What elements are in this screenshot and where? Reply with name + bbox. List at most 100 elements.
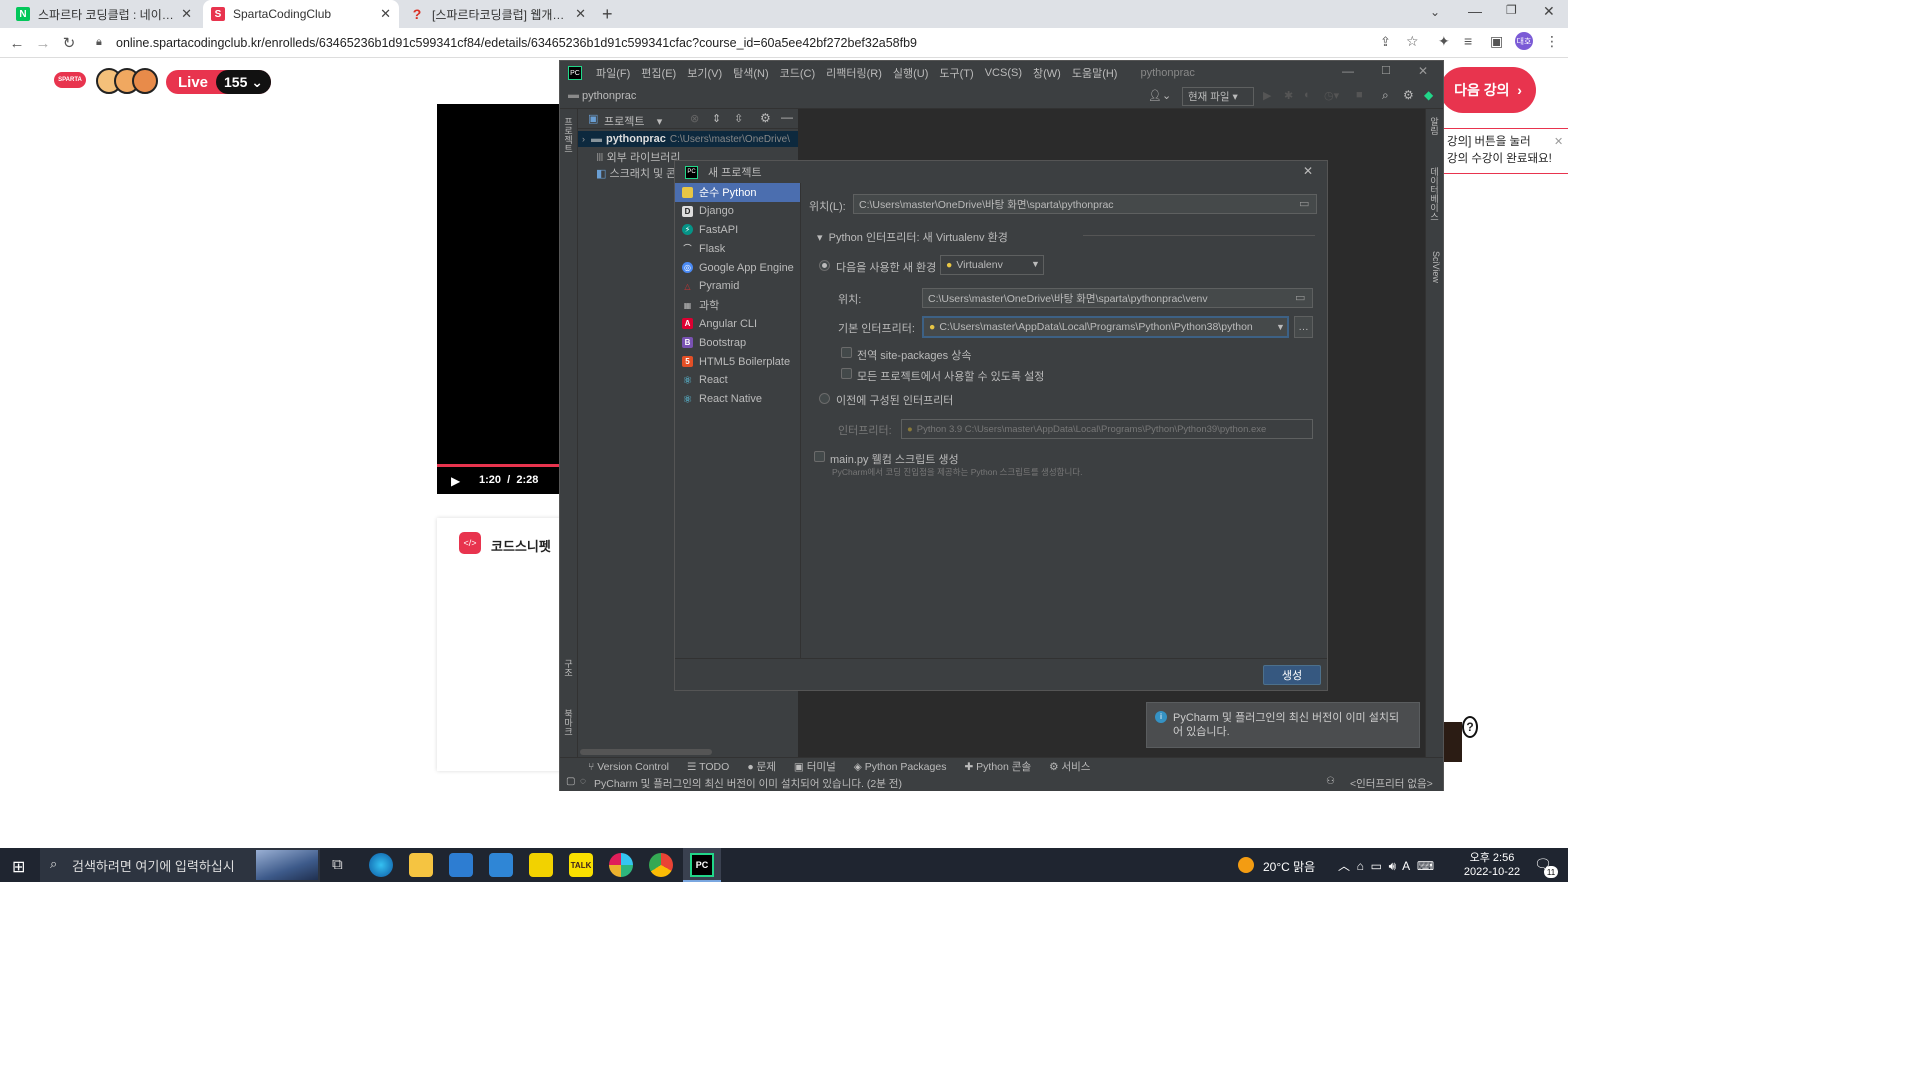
maximize-button[interactable]: ☐ [1381,64,1391,77]
menu-kebab-icon[interactable]: ⋮ [1545,33,1559,50]
terminal-tab[interactable]: ▣ 터미널 [794,759,836,774]
create-button[interactable]: 생성 [1263,665,1321,685]
project-breadcrumb[interactable]: pythonprac [582,90,636,102]
project-view-select[interactable]: 프로젝트 ▾ [604,113,662,129]
coverage-icon[interactable]: ◐ [1304,89,1311,101]
collapse-all-icon[interactable]: ⇳ [734,112,743,125]
problems-tab[interactable]: ● 문제 [747,759,776,774]
profile-icon[interactable]: ◷▾ [1324,89,1339,102]
structure-tool-tab[interactable]: 구조 [563,659,575,677]
codesnippet-card[interactable]: </> 코드스니펫 [437,518,561,771]
run-config-select[interactable]: 현재 파일 ▾ [1182,87,1254,106]
taskbar-search[interactable]: ⌕ 검색하려면 여기에 입력하십시 [40,848,320,882]
bookmarks-tool-tab[interactable]: 북마크 [563,709,575,736]
layout-icon[interactable]: ▢ [566,776,575,787]
tree-external-libs[interactable]: Ⅲ 외부 라이브러리 [596,149,681,165]
store-icon[interactable] [449,853,473,877]
minimize-button[interactable]: — [1468,3,1482,19]
pycharm-taskbar-active[interactable]: PC [683,848,721,882]
expand-all-icon[interactable]: ⇕ [712,112,721,125]
share-icon[interactable]: ⇪ [1380,34,1391,50]
sticky-notes-icon[interactable] [529,853,553,877]
jetbrains-icon[interactable]: ◆ [1424,88,1433,102]
interpreter-status[interactable]: <인터프리터 없음> [1350,776,1433,791]
task-view-icon[interactable]: ⧉ [332,856,343,873]
windows-start-icon[interactable]: ⊞ [12,857,25,877]
debug-icon[interactable]: ✱ [1284,89,1293,102]
project-type-django[interactable]: D Django [675,202,800,221]
share-env-checkbox[interactable] [841,368,852,379]
close-icon[interactable]: ✕ [575,6,586,22]
star-icon[interactable]: ☆ [1406,33,1419,50]
profile-avatar[interactable]: 대호 [1515,32,1533,50]
project-type-angular[interactable]: A Angular CLI [675,315,800,334]
reading-list-icon[interactable]: ≡ [1464,33,1472,49]
project-type-react-native[interactable]: ⚛ React Native [675,390,800,409]
system-tray-icons[interactable]: ︿ ⌂ ▭ 🔊︎ A ⌨ [1338,857,1434,874]
sidepanel-icon[interactable]: ▣ [1490,33,1503,50]
close-icon[interactable]: ✕ [1303,164,1313,178]
new-env-radio[interactable] [819,260,830,271]
python-packages-tab[interactable]: ◈ Python Packages [854,761,947,773]
services-tab[interactable]: ⚙ 서비스 [1049,759,1090,774]
inherit-packages-checkbox[interactable] [841,347,852,358]
play-icon[interactable]: ▶ [451,474,460,488]
menu-tools[interactable]: 도구(T) [939,65,973,81]
horizontal-scrollbar[interactable] [580,749,712,755]
close-icon[interactable]: ✕ [1554,134,1563,151]
menu-window[interactable]: 창(W) [1033,65,1061,81]
close-window-button[interactable]: ✕ [1418,64,1428,78]
version-control-tab[interactable]: ⑂ Version Control [588,761,669,773]
venv-location-input[interactable]: C:\Users\master\OneDrive\바탕 화면\sparta\py… [922,288,1313,308]
python-console-tab[interactable]: ✚ Python 콘솔 [964,759,1031,774]
search-icon[interactable]: ⌕ [1382,88,1389,103]
notifications-tool-tab[interactable]: 알림 [1429,117,1441,135]
user-icon[interactable]: 👤︎⌄ [1148,89,1171,102]
menu-help[interactable]: 도움말(H) [1072,65,1118,81]
close-window-button[interactable]: ✕ [1543,3,1555,20]
project-type-fastapi[interactable]: ⚡ FastAPI [675,221,800,240]
menu-code[interactable]: 코드(C) [780,65,816,81]
video-player[interactable]: ▶ 1:20 / 2:28 [437,104,562,494]
weather-widget[interactable]: 20°C 맑음 [1263,858,1315,875]
menu-vcs[interactable]: VCS(S) [985,67,1022,79]
slack-icon[interactable] [609,853,633,877]
todo-tab[interactable]: ☰ TODO [687,761,729,773]
prev-interpreter-radio[interactable] [819,393,830,404]
project-type-gae[interactable]: ◎ Google App Engine [675,258,800,277]
project-type-flask[interactable]: ⌒ Flask [675,239,800,258]
browser-tab[interactable]: ? [스파르타코딩클럽] 웹개발 종합 ✕ [402,0,594,28]
browse-interpreter-button[interactable]: … [1294,316,1313,338]
locate-icon[interactable]: ⊗ [690,112,699,125]
folder-browse-icon[interactable]: ▭ [1299,197,1309,210]
project-type-react[interactable]: ⚛ React [675,371,800,390]
project-type-pure-python[interactable]: 순수 Python [675,183,800,202]
project-tool-tab[interactable]: 프로젝트 [563,117,575,153]
chrome-icon[interactable] [649,853,673,877]
tab-search-icon[interactable]: ⌄ [1430,5,1440,19]
run-icon[interactable]: ▶ [1263,89,1271,102]
back-icon[interactable]: ← [6,32,28,54]
browser-tab-active[interactable]: S SpartaCodingClub ✕ [203,0,399,28]
close-icon[interactable]: ✕ [181,6,192,22]
menu-run[interactable]: 실행(U) [893,65,929,81]
base-interpreter-select[interactable]: ● C:\Users\master\AppData\Local\Programs\… [922,316,1289,338]
forward-icon[interactable]: → [32,32,54,54]
tree-root[interactable]: › ▬ pythonprac C:\Users\master\OneDrive\ [578,131,798,147]
extensions-icon[interactable]: ✦ [1438,33,1450,50]
next-lecture-button[interactable]: 다음 강의 › [1440,67,1536,113]
menu-navigate[interactable]: 탐색(N) [733,65,769,81]
menu-view[interactable]: 보기(V) [687,65,722,81]
tree-scratches[interactable]: ◧ 스크래치 및 콘 [596,165,676,181]
notification-balloon[interactable]: i PyCharm 및 플러그인의 최신 버전이 이미 설치되어 있습니다. [1146,702,1420,748]
env-type-select[interactable]: ● Virtualenv ▼ [940,255,1044,275]
menu-refactor[interactable]: 리팩터링(R) [826,65,882,81]
mail-icon[interactable] [489,853,513,877]
database-tool-tab[interactable]: 데이터베이스 [1429,167,1441,221]
file-explorer-icon[interactable] [409,853,433,877]
project-type-html5[interactable]: 5 HTML5 Boilerplate [675,352,800,371]
gear-icon[interactable]: ⚙ [1403,88,1414,102]
minimize-button[interactable]: — [1342,64,1354,78]
kakaotalk-icon[interactable]: TALK [569,853,593,877]
sparta-logo[interactable]: SPARTA [54,72,86,88]
